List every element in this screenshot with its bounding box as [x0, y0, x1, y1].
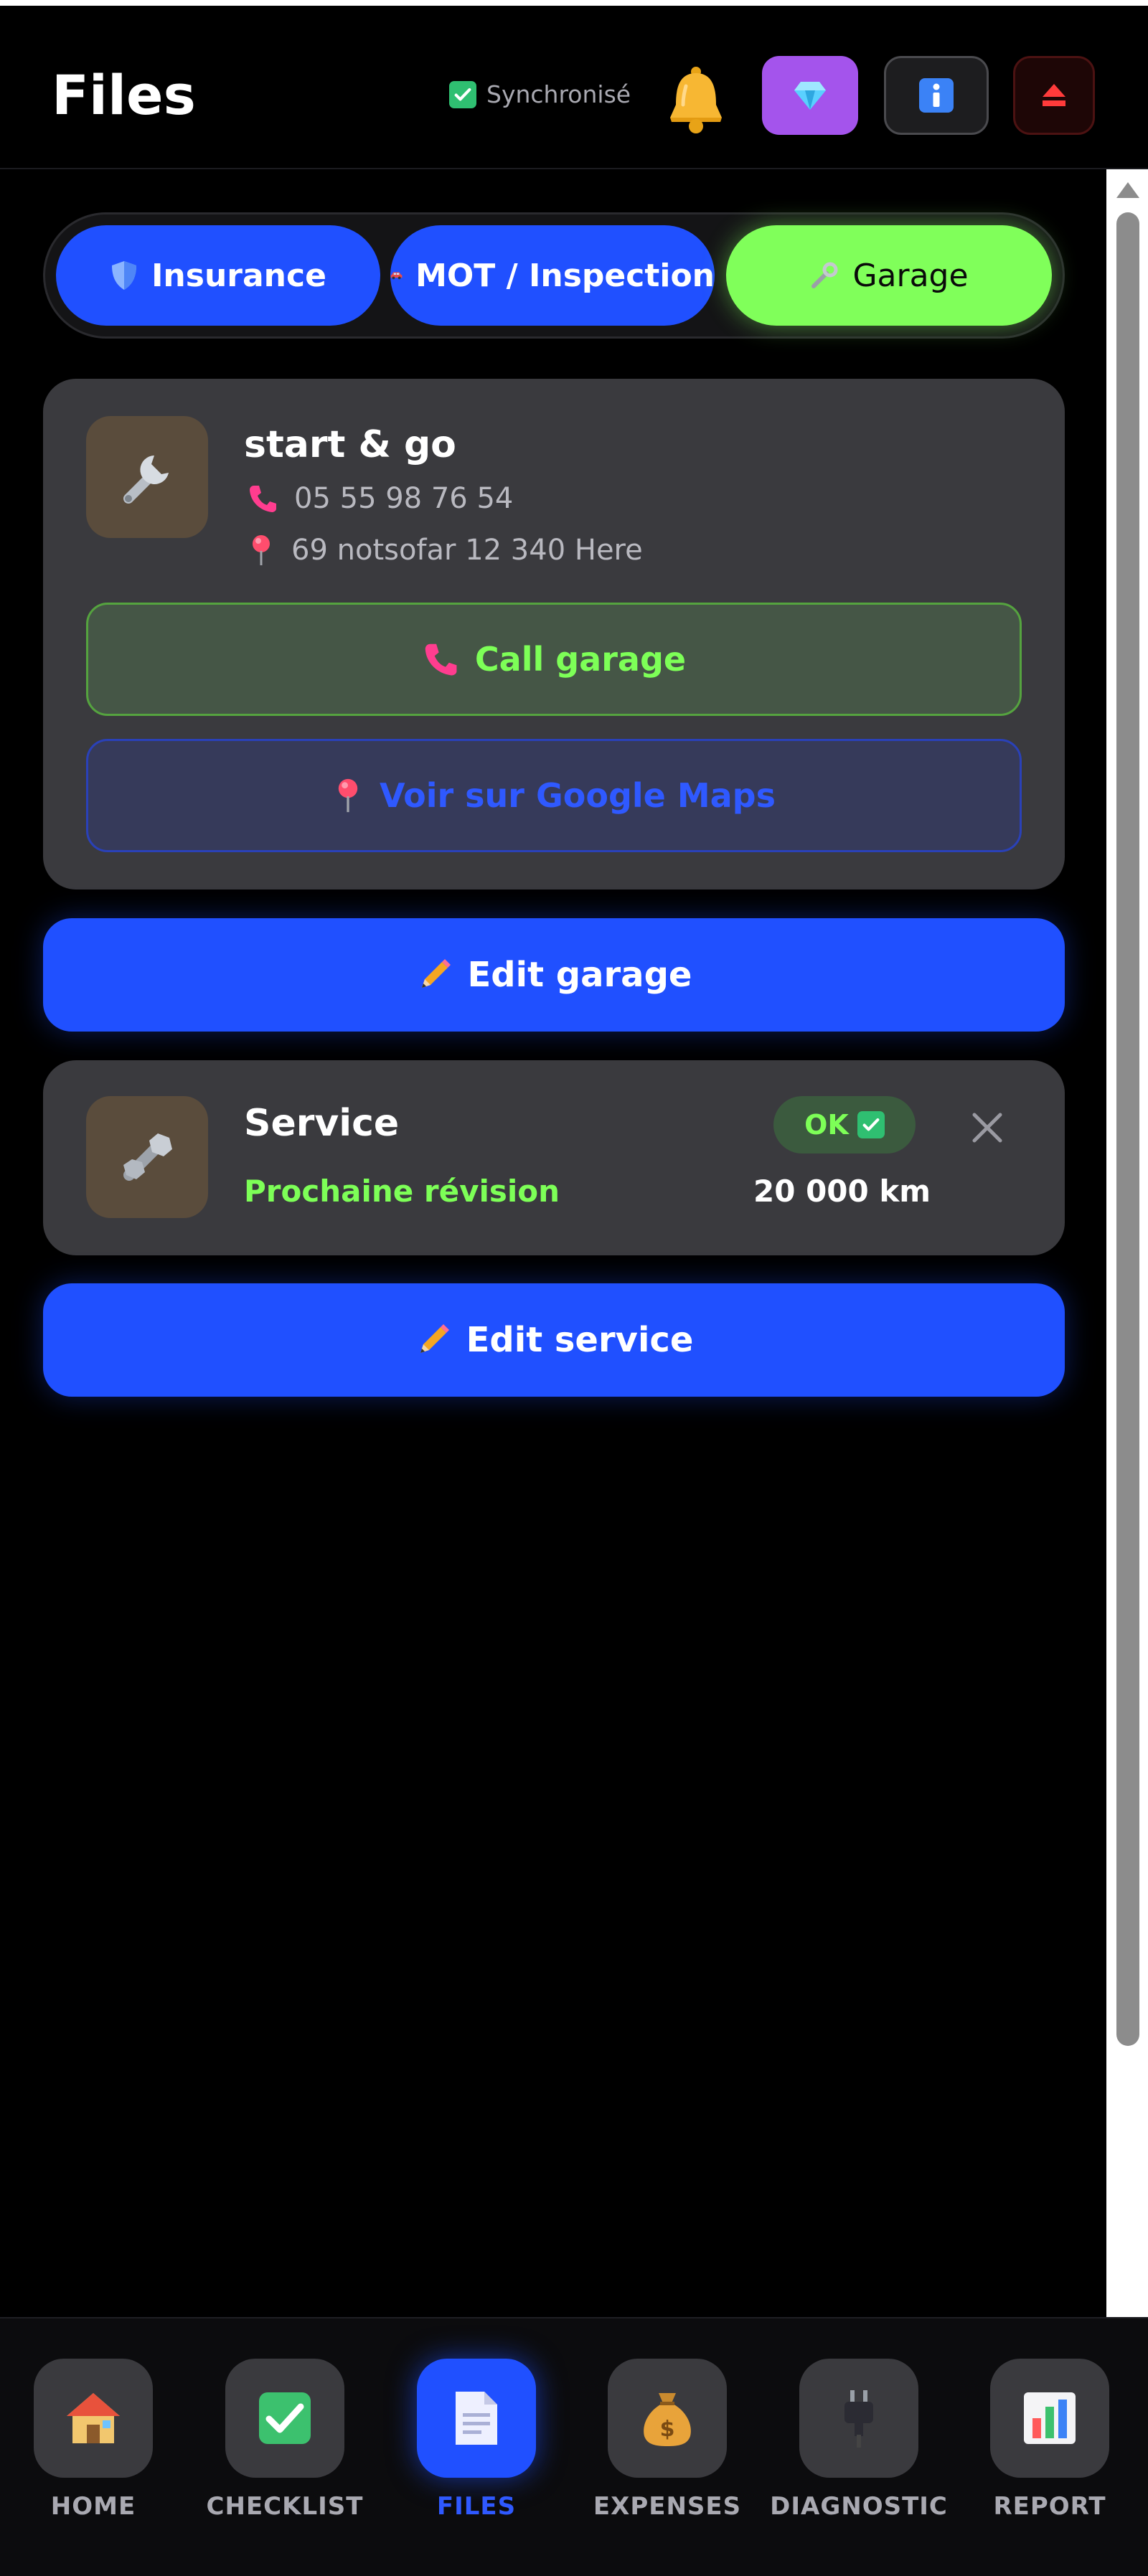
pin-icon	[253, 535, 270, 565]
status-badge-label: OK	[804, 1109, 849, 1141]
info-icon	[919, 78, 954, 113]
car-icon	[390, 272, 403, 280]
garage-phone: 05 55 98 76 54	[294, 482, 514, 515]
nav-home[interactable]: HOME	[7, 2359, 179, 2521]
top-edge	[0, 0, 1148, 6]
tab-insurance-label: Insurance	[151, 257, 326, 294]
scroll-up-arrow[interactable]	[1116, 182, 1139, 198]
pencil-icon	[421, 959, 451, 988]
nav-home-label: HOME	[50, 2492, 136, 2521]
nav-diagnostic[interactable]: DIAGNOSTIC	[770, 2359, 948, 2521]
nav-checklist[interactable]: CHECKLIST	[199, 2359, 371, 2521]
edit-garage-button[interactable]: Edit garage	[43, 918, 1065, 1032]
edit-service-button[interactable]: Edit service	[43, 1283, 1065, 1397]
checkmark-icon	[225, 2359, 344, 2478]
sync-status: Synchronisé	[449, 80, 631, 108]
tab-mot-inspection[interactable]: MOT / Inspection	[390, 225, 715, 326]
house-icon	[34, 2359, 153, 2478]
bell-icon[interactable]	[663, 65, 729, 133]
shield-icon	[112, 261, 137, 290]
bar-chart-icon	[990, 2359, 1109, 2478]
checkmark-icon	[857, 1111, 885, 1138]
call-garage-label: Call garage	[474, 640, 687, 679]
phone-icon	[250, 486, 276, 512]
tab-garage[interactable]: Garage	[726, 225, 1052, 326]
google-maps-label: Voir sur Google Maps	[380, 776, 776, 815]
phone-icon	[425, 643, 457, 676]
edit-service-label: Edit service	[466, 1320, 694, 1360]
garage-avatar	[86, 416, 208, 538]
money-bag-icon: $	[608, 2359, 727, 2478]
eject-icon	[1043, 84, 1065, 106]
tab-mot-label: MOT / Inspection	[415, 257, 715, 294]
status-badge: OK	[773, 1096, 916, 1153]
garage-name: start & go	[244, 423, 456, 466]
info-button[interactable]	[884, 56, 989, 135]
premium-button[interactable]	[762, 56, 858, 135]
edit-garage-label: Edit garage	[467, 955, 692, 995]
tab-garage-label: Garage	[852, 257, 969, 294]
call-garage-button[interactable]: Call garage	[86, 603, 1022, 716]
nav-expenses[interactable]: $ EXPENSES	[581, 2359, 753, 2521]
pin-icon	[338, 778, 358, 813]
sync-check-icon	[449, 80, 476, 108]
plug-icon	[799, 2359, 918, 2478]
service-title: Service	[244, 1102, 400, 1145]
nut-bolt-icon	[123, 1133, 172, 1181]
nav-files[interactable]: FILES	[390, 2359, 563, 2521]
logout-button[interactable]	[1013, 56, 1095, 135]
nav-expenses-label: EXPENSES	[593, 2492, 742, 2521]
gem-icon	[794, 82, 826, 110]
next-service-label: Prochaine révision	[244, 1174, 560, 1209]
nav-diagnostic-label: DIAGNOSTIC	[770, 2492, 948, 2521]
document-icon	[417, 2359, 536, 2478]
nav-report-label: REPORT	[993, 2492, 1106, 2521]
google-maps-button[interactable]: Voir sur Google Maps	[86, 739, 1022, 852]
nav-checklist-label: CHECKLIST	[206, 2492, 364, 2521]
app-header: Files Synchronisé	[0, 6, 1148, 169]
page-title: Files	[52, 63, 196, 127]
wrench-icon	[811, 262, 838, 288]
garage-address: 69 notsofar 12 340 Here	[291, 534, 643, 567]
close-icon[interactable]	[966, 1106, 1009, 1149]
wrench-icon	[123, 456, 169, 504]
pencil-icon	[420, 1324, 449, 1353]
next-service-value: 20 000 km	[753, 1174, 931, 1209]
nav-report[interactable]: REPORT	[964, 2359, 1136, 2521]
scrollbar-thumb[interactable]	[1116, 212, 1139, 2046]
garage-address-row: 69 notsofar 12 340 Here	[247, 534, 643, 567]
sync-label: Synchronisé	[486, 80, 631, 108]
garage-phone-row[interactable]: 05 55 98 76 54	[247, 482, 513, 515]
svg-text:$: $	[660, 2417, 675, 2442]
tab-insurance[interactable]: Insurance	[56, 225, 380, 326]
service-avatar	[86, 1096, 208, 1218]
nav-files-label: FILES	[436, 2492, 517, 2521]
